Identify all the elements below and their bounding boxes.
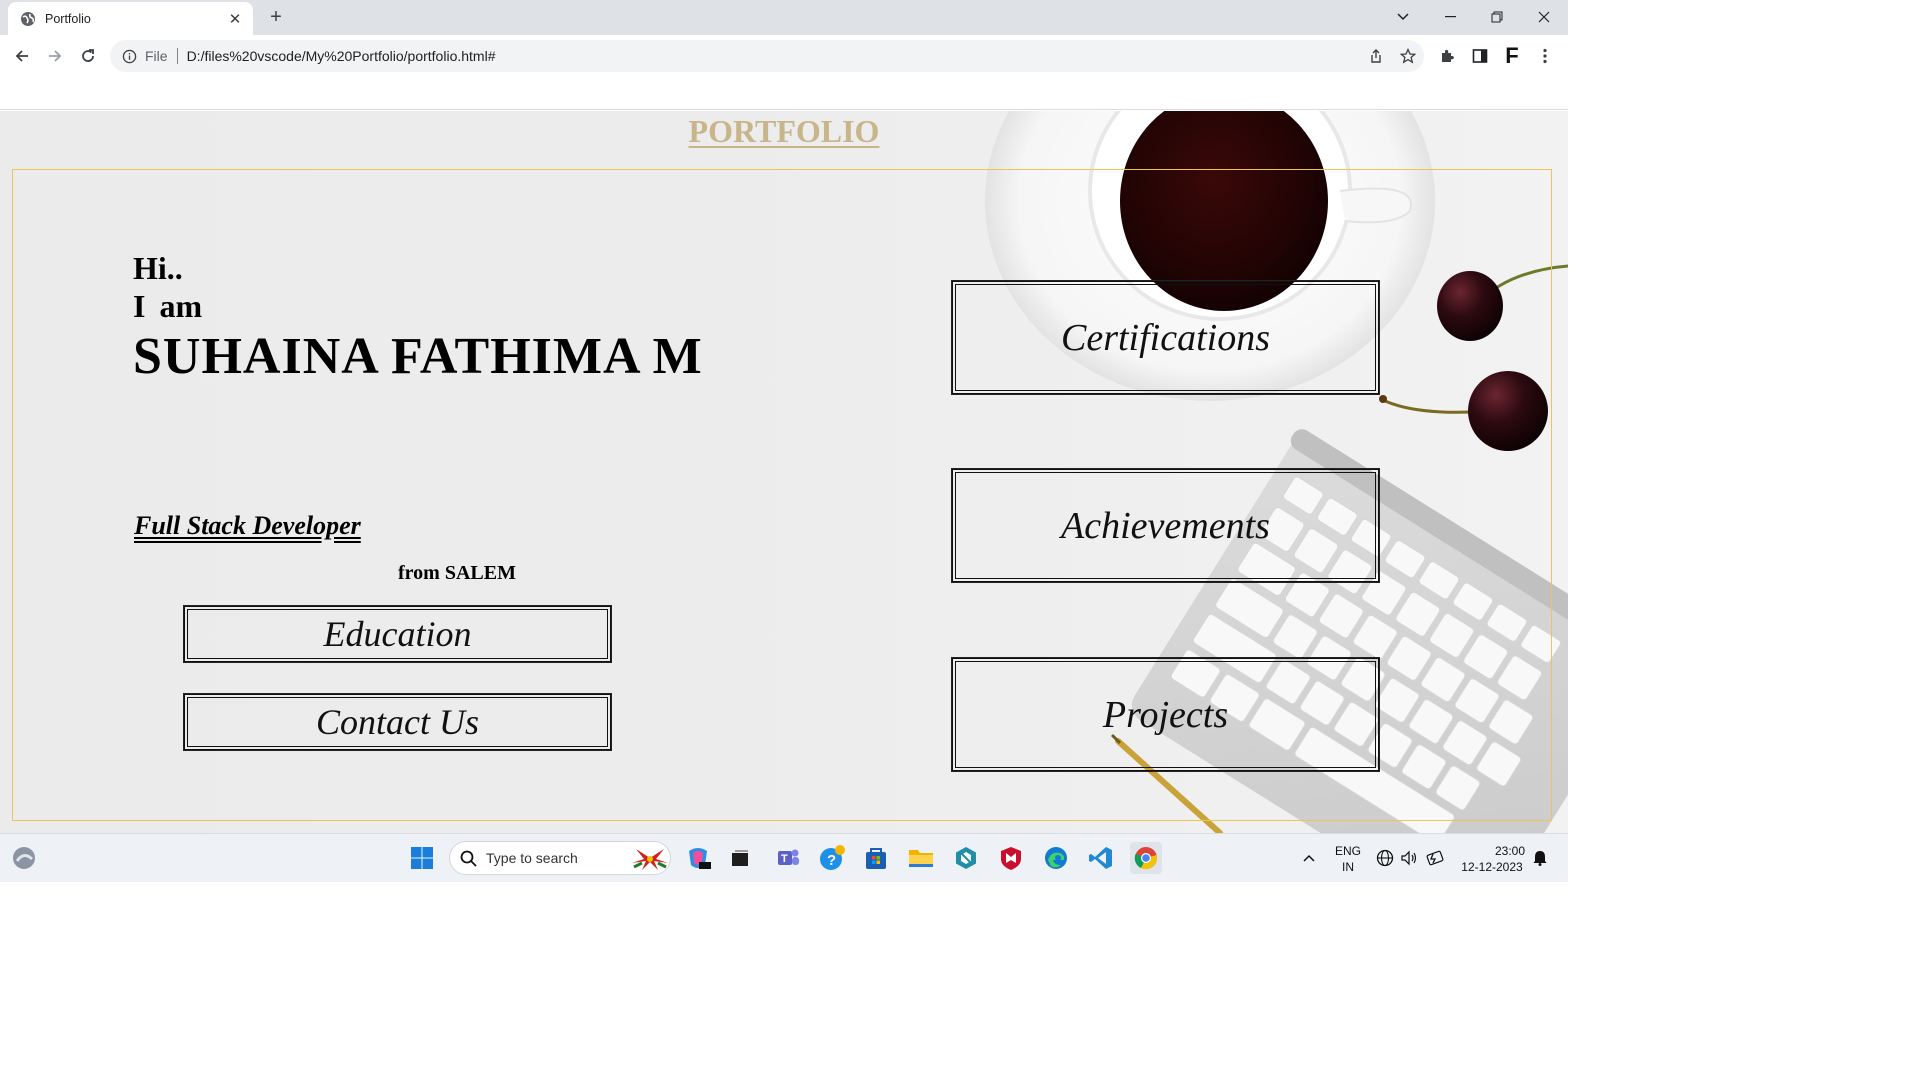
svg-text:T: T — [781, 853, 788, 865]
contact-us-button[interactable]: Contact Us — [183, 693, 612, 751]
teams-icon[interactable]: T — [772, 842, 804, 874]
greeting-text: Hi.. — [133, 250, 183, 286]
show-hidden-icons-chevron-icon[interactable] — [1293, 842, 1325, 874]
back-button[interactable] — [9, 43, 35, 69]
forward-button[interactable] — [42, 43, 68, 69]
app-hexagon-icon[interactable] — [950, 842, 982, 874]
bookmark-star-icon[interactable] — [1392, 40, 1424, 72]
globe-icon — [21, 11, 35, 26]
menu-kebab-icon[interactable] — [1532, 43, 1558, 69]
region-code: IN — [1342, 860, 1354, 874]
address-divider — [176, 48, 178, 64]
clock-time: 23:00 — [1494, 844, 1525, 858]
browser-tab[interactable]: Portfolio ✕ — [8, 2, 253, 35]
education-button[interactable]: Education — [183, 605, 612, 663]
reload-button[interactable] — [75, 43, 101, 69]
poinsettia-highlight-icon — [632, 849, 668, 870]
help-tips-icon[interactable]: ? — [816, 842, 848, 874]
certifications-button[interactable]: Certifications — [951, 280, 1380, 395]
owner-name: SUHAINA FATHIMA M — [133, 328, 703, 385]
notification-bell-icon[interactable] — [1530, 842, 1550, 874]
minimize-button[interactable] — [1427, 0, 1473, 33]
language-code: ENG — [1334, 844, 1361, 858]
role-title: Full Stack Developer — [134, 511, 361, 540]
restore-button[interactable] — [1474, 0, 1520, 33]
search-icon — [460, 850, 477, 867]
network-globe-icon[interactable] — [1372, 842, 1398, 874]
close-window-button[interactable] — [1521, 0, 1567, 33]
new-tab-button[interactable]: + — [264, 6, 288, 30]
edge-browser-icon[interactable] — [1040, 842, 1072, 874]
task-view-icon[interactable] — [724, 842, 756, 874]
location-text: from SALEM — [398, 562, 516, 584]
weather-widget-icon[interactable] — [8, 842, 40, 874]
share-icon[interactable] — [1360, 40, 1392, 72]
copilot-icon[interactable] — [682, 842, 714, 874]
extensions-puzzle-icon[interactable] — [1434, 43, 1460, 69]
bookmarks-bar — [0, 76, 1568, 110]
close-tab-icon[interactable]: ✕ — [227, 10, 243, 28]
search-placeholder: Type to search — [486, 850, 578, 866]
vscode-icon[interactable] — [1085, 842, 1117, 874]
info-icon[interactable] — [122, 49, 137, 64]
projects-button[interactable]: Projects — [951, 657, 1380, 772]
profile-avatar[interactable]: F — [1499, 43, 1525, 69]
svg-text:?: ? — [827, 852, 836, 869]
windows-taskbar: Type to search T ? ENG IN 23:00 12-12-20… — [0, 833, 1568, 882]
mcafee-icon[interactable] — [995, 842, 1027, 874]
clock[interactable]: 23:00 12-12-2023 — [1456, 843, 1528, 875]
tab-strip: Portfolio ✕ + — [0, 0, 1568, 35]
tab-title: Portfolio — [45, 11, 91, 26]
file-explorer-icon[interactable] — [905, 842, 937, 874]
address-url[interactable]: D:/files%20vscode/My%20Portfolio/portfol… — [187, 48, 1360, 64]
clock-date: 12-12-2023 — [1461, 860, 1523, 874]
tab-search-icon[interactable] — [1380, 0, 1426, 33]
intro-text: I am — [133, 288, 203, 324]
address-bar[interactable]: File D:/files%20vscode/My%20Portfolio/po… — [110, 40, 1424, 72]
battery-icon[interactable] — [1422, 842, 1448, 874]
windows-start-icon[interactable] — [406, 842, 438, 874]
language-indicator[interactable]: ENG IN — [1330, 843, 1366, 875]
address-scheme: File — [145, 48, 168, 64]
chrome-icon[interactable] — [1130, 842, 1162, 874]
browser-toolbar: File D:/files%20vscode/My%20Portfolio/po… — [0, 35, 1568, 76]
page-title[interactable]: PORTFOLIO — [0, 113, 1568, 150]
portfolio-page: PORTFOLIO Hi.. I am SUHAINA FATHIMA M Fu… — [0, 111, 1568, 833]
volume-icon[interactable] — [1397, 842, 1421, 874]
taskbar-search-box[interactable]: Type to search — [449, 841, 671, 875]
microsoft-store-icon[interactable] — [860, 842, 892, 874]
achievements-button[interactable]: Achievements — [951, 468, 1380, 583]
side-panel-icon[interactable] — [1467, 43, 1493, 69]
